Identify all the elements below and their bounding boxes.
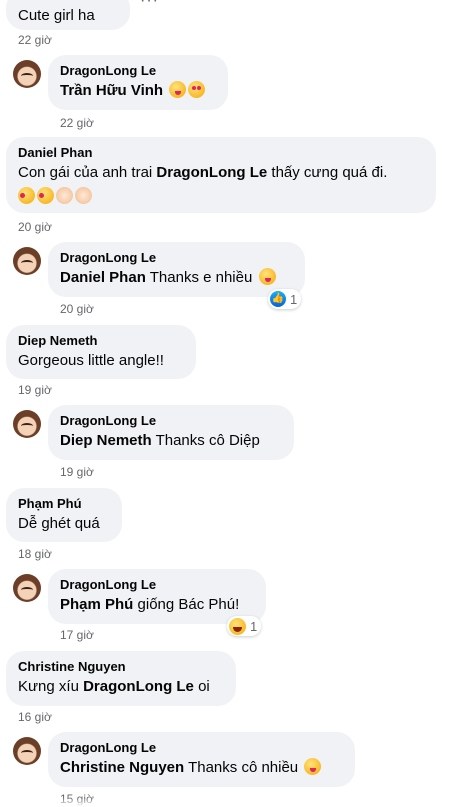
baby-emoji-icon <box>56 187 73 204</box>
tagged-name[interactable]: DragonLong Le <box>83 678 194 695</box>
reaction-count: 1 <box>250 618 258 634</box>
comment-bubble: DragonLong Le Daniel Phan Thanks e nhiều <box>48 242 305 297</box>
baby-emoji-icon <box>75 187 92 204</box>
winking-tongue-emoji-icon <box>169 81 187 98</box>
avatar[interactable] <box>13 410 41 438</box>
smiling-hearts-emoji-icon <box>18 187 35 204</box>
scroll-fade <box>0 797 471 807</box>
comment-text: Christine Nguyen Thanks cô nhiều <box>60 758 343 778</box>
reaction-summary[interactable]: 👍 1 <box>268 289 302 309</box>
comment-author[interactable]: Phạm Phú <box>18 496 110 512</box>
comment-bubble: Daniel Phan Con gái của anh trai DragonL… <box>6 137 436 213</box>
comment-author[interactable]: DragonLong Le <box>60 577 254 593</box>
like-icon: 👍 <box>270 291 286 307</box>
comment-author[interactable]: DragonLong Le <box>60 63 216 79</box>
comment-text: Kưng xíu DragonLong Le oi <box>18 677 224 697</box>
comment-text: Trần Hữu Vinh <box>60 81 216 101</box>
comment-body: giống Bác Phú! <box>133 596 240 613</box>
comment-bubble: Christine Nguyen Kưng xíu DragonLong Le … <box>6 651 236 706</box>
comment-body: oi <box>193 678 210 695</box>
tagged-name[interactable]: Phạm Phú <box>60 596 133 613</box>
tagged-name[interactable]: Diep Nemeth <box>60 432 152 449</box>
comment-time[interactable]: 20 giờ <box>60 302 94 316</box>
comment-bubble: DragonLong Le Christine Nguyen Thanks cô… <box>48 732 355 787</box>
winking-tongue-emoji-icon <box>258 268 276 285</box>
more-options-icon[interactable]: ··· <box>140 0 159 10</box>
comment-text: Daniel Phan Thanks e nhiều <box>60 268 293 288</box>
laughing-emoji-icon <box>229 617 246 635</box>
tagged-name[interactable]: Daniel Phan <box>60 269 146 286</box>
comment-text: Dễ ghét quá <box>18 515 100 532</box>
comment-time[interactable]: 19 giờ <box>60 465 94 479</box>
tagged-name[interactable]: DragonLong Le <box>156 164 267 181</box>
smiling-hearts-emoji-icon <box>37 187 54 204</box>
comment-author[interactable]: Christine Nguyen <box>18 659 224 675</box>
comment-text: Phạm Phú giống Bác Phú! <box>60 595 254 615</box>
reaction-summary[interactable]: 1 <box>227 616 262 636</box>
comment-body: Kưng xíu <box>18 678 84 695</box>
emoji-row <box>18 187 424 206</box>
comment-body: Thanks e nhiều <box>145 269 253 286</box>
avatar[interactable] <box>13 247 41 275</box>
comment-time[interactable]: 18 giờ <box>18 547 52 561</box>
comment-bubble: Diep Nemeth Gorgeous little angle!! <box>6 325 196 379</box>
comment-text: Cute girl ha <box>18 7 95 24</box>
avatar[interactable] <box>13 574 41 602</box>
tagged-name[interactable]: Christine Nguyen <box>60 759 184 776</box>
comment-author[interactable]: Daniel Phan <box>18 145 424 161</box>
comment-bubble: Cute girl ha <box>6 0 130 30</box>
comment-bubble: DragonLong Le Trần Hữu Vinh <box>48 55 228 110</box>
comment-text: Gorgeous little angle!! <box>18 352 164 369</box>
comment-time[interactable]: 17 giờ <box>60 628 94 642</box>
comment-body: Con gái của anh trai <box>18 164 157 181</box>
comment-bubble: Phạm Phú Dễ ghét quá <box>6 488 122 542</box>
comment-author[interactable]: DragonLong Le <box>60 413 282 429</box>
heart-eyes-emoji-icon <box>188 81 206 98</box>
reaction-count: 1 <box>290 291 298 307</box>
winking-tongue-emoji-icon <box>304 758 322 775</box>
comment-time[interactable]: 19 giờ <box>18 383 52 397</box>
comment-time[interactable]: 22 giờ <box>18 33 52 47</box>
comment-author[interactable]: Diep Nemeth <box>18 333 184 349</box>
comment-body: thấy cưng quá đi. <box>267 164 388 181</box>
comment-time[interactable]: 22 giờ <box>60 116 94 130</box>
comment-body: Thanks cô nhiều <box>184 759 299 776</box>
avatar[interactable] <box>13 60 41 88</box>
comment-author[interactable]: DragonLong Le <box>60 740 343 756</box>
comment-text: Diep Nemeth Thanks cô Diệp <box>60 431 282 451</box>
tagged-name[interactable]: Trần Hữu Vinh <box>60 82 163 99</box>
comment-time[interactable]: 20 giờ <box>18 220 52 234</box>
comment-time[interactable]: 16 giờ <box>18 710 52 724</box>
avatar[interactable] <box>13 737 41 765</box>
comment-bubble: DragonLong Le Diep Nemeth Thanks cô Diệp <box>48 405 294 460</box>
comment-author[interactable]: DragonLong Le <box>60 250 293 266</box>
comment-text: Con gái của anh trai DragonLong Le thấy … <box>18 163 424 183</box>
comment-body: Thanks cô Diệp <box>151 432 260 449</box>
